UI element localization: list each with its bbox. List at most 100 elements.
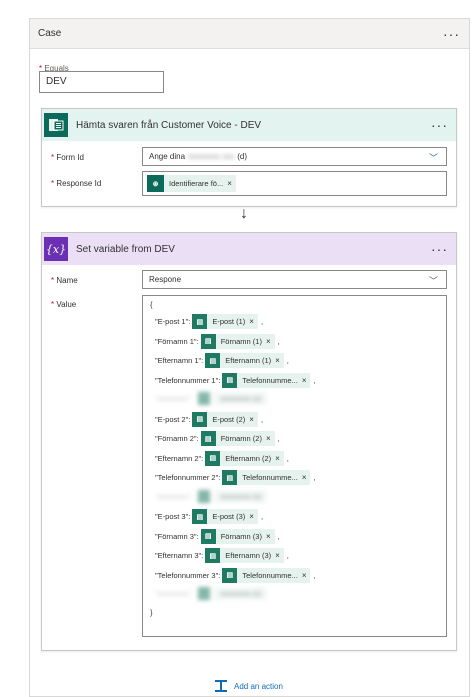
remove-token-icon[interactable]: × [275, 551, 280, 560]
value-row-separator: , [260, 414, 264, 424]
forms-token-icon: ▤ [200, 333, 216, 349]
value-editor[interactable]: { "E-post 1": ▤ E-post (1) ×, "Förnamn 1": ▤ F… [142, 295, 447, 637]
remove-token-icon[interactable]: × [275, 356, 280, 365]
response-id-field[interactable]: ⊛ Identifierare fö... × [142, 171, 447, 196]
remove-token-icon[interactable]: × [266, 434, 271, 443]
value-row-token[interactable]: ▤ Telefonnumme... × [222, 470, 311, 485]
remove-token-icon[interactable]: × [227, 179, 232, 188]
arrow-down-icon: ↓ [240, 205, 248, 222]
value-row: "Förnamn 2": ▤ Förnamn (2) ×, [155, 431, 280, 446]
value-row: "E-post 1": ▤ E-post (1) ×, [155, 314, 263, 329]
value-row: "Efternamn 1": ▤ Efternamn (1) ×, [155, 353, 289, 368]
forms-token-icon: ▤ [205, 353, 221, 368]
value-row-separator: , [286, 551, 289, 560]
forms-token-icon: ▤ [205, 548, 221, 563]
forms-token-icon: ▤ [200, 431, 216, 446]
case-more-icon[interactable]: ··· [443, 27, 460, 41]
value-row-token[interactable]: ▤ E-post (3) × [192, 509, 258, 524]
value-row-key: "Telefonnummer 3": [155, 570, 221, 580]
customer-voice-more-icon[interactable]: ··· [431, 118, 448, 132]
remove-token-icon[interactable]: × [266, 532, 271, 541]
value-row-token[interactable]: ▤ Efternamn (3) × [205, 548, 284, 563]
forms-token-icon: ▤ [205, 450, 221, 466]
open-brace: { [150, 300, 153, 309]
customer-voice-card: Hämta svaren från Customer Voice - DEV ·… [41, 108, 457, 207]
forms-token-icon: ▤ [222, 470, 238, 485]
forms-token-icon: ▤ [192, 314, 208, 329]
value-row: "E-post 2": ▤ E-post (2) ×, [155, 411, 264, 427]
forms-token-icon: ▤ [192, 509, 208, 524]
value-row-separator: , [313, 570, 316, 580]
value-row: "E-post 3": ▤ E-post (3) ×, [155, 509, 263, 524]
remove-token-icon[interactable]: × [249, 317, 254, 326]
value-row-separator: , [260, 512, 264, 521]
value-label: * Value [51, 300, 77, 309]
value-row-token[interactable]: ▤ E-post (1) × [192, 314, 258, 329]
chevron-down-icon[interactable]: ﹀ [429, 274, 438, 287]
remove-token-icon[interactable]: × [249, 415, 254, 424]
chevron-down-icon[interactable]: ﹀ [429, 151, 438, 164]
customer-voice-title: Hämta svaren från Customer Voice - DEV [76, 119, 262, 131]
response-id-label: * Response Id [51, 179, 102, 188]
equals-input[interactable]: DEV [39, 71, 164, 93]
value-row-key: "Telefonnummer 2": [155, 473, 221, 482]
value-row-token[interactable]: ▤ Förnamn (2) × [200, 431, 275, 446]
response-id-token[interactable]: ⊛ Identifierare fö... × [147, 175, 236, 192]
close-brace: } [150, 608, 153, 617]
value-row-token[interactable]: ▤ Förnamn (1) × [200, 333, 275, 349]
customer-voice-token-icon: ⊛ [147, 175, 164, 192]
remove-token-icon[interactable]: × [302, 473, 307, 482]
value-row-token-label: Förnamn (1) [220, 336, 262, 346]
value-row-key: "Förnamn 2": [155, 434, 199, 443]
value-row-token[interactable]: ▤ Efternamn (2) × [205, 450, 284, 466]
value-row-token[interactable]: ▤ Telefonnumme... × [222, 567, 311, 583]
set-variable-header[interactable]: {x} Set variable from DEV ··· [42, 233, 456, 265]
value-row-token[interactable]: ▤ Efternamn (1) × [205, 353, 284, 368]
value-row: "Efternamn 2": ▤ Efternamn (2) ×, [155, 450, 289, 466]
value-row: "Telefonnummer 3": ▤ Telefonnumme... ×, [155, 567, 316, 583]
value-row-separator: , [313, 375, 316, 385]
value-row-key: "E-post 2": [155, 414, 191, 424]
redacted-row: "xxxxxxxx": xxxxxxxx (x) [155, 392, 268, 405]
value-row-separator: , [277, 336, 280, 346]
remove-token-icon[interactable]: × [275, 454, 280, 463]
redacted-row: "xxxxxxxx": xxxxxxxx (x) [155, 489, 268, 503]
set-variable-more-icon[interactable]: ··· [431, 242, 448, 256]
value-row-key: "E-post 3": [155, 512, 191, 521]
value-row-token[interactable]: ▤ E-post (2) × [192, 411, 258, 427]
case-header[interactable]: Case ··· [30, 19, 469, 49]
value-row-key: "Förnamn 1": [155, 336, 199, 346]
add-action-button[interactable]: Add an action [214, 679, 283, 693]
set-variable-title: Set variable from DEV [76, 243, 175, 255]
value-row-token[interactable]: ▤ Förnamn (3) × [200, 528, 275, 544]
form-id-label: * Form Id [51, 153, 84, 162]
form-id-field[interactable]: Ange dina xxxxxxxx xxx (d) ﹀ [142, 147, 447, 166]
set-variable-card: {x} Set variable from DEV ··· * Name Res… [41, 232, 457, 651]
add-action-label: Add an action [234, 681, 283, 691]
value-row-key: "Telefonnummer 1": [155, 375, 221, 385]
case-container: Case ··· * Equals DEV Hämta svaren från … [29, 18, 470, 697]
value-row-token-label: E-post (1) [212, 317, 246, 326]
value-row-key: "Efternamn 1": [155, 356, 204, 365]
remove-token-icon[interactable]: × [302, 571, 307, 580]
value-row-token-label: Efternamn (1) [225, 356, 272, 365]
forms-token-icon: ▤ [192, 411, 208, 427]
remove-token-icon[interactable]: × [249, 512, 254, 521]
value-row-key: "E-post 1": [155, 317, 191, 326]
value-row: "Telefonnummer 2": ▤ Telefonnumme... ×, [155, 470, 316, 485]
redacted-row: "xxxxxxxx": xxxxxxxx (x) [155, 587, 268, 600]
value-row-token[interactable]: ▤ Telefonnumme... × [222, 372, 311, 388]
forms-icon [44, 113, 68, 137]
value-row-separator: , [286, 356, 289, 365]
value-row-separator: , [277, 531, 280, 541]
remove-token-icon[interactable]: × [266, 337, 271, 346]
name-dropdown[interactable]: Respone ﹀ [142, 270, 447, 289]
variable-icon: {x} [44, 237, 68, 261]
value-row-token-label: Efternamn (3) [225, 551, 272, 560]
case-title: Case [38, 28, 62, 39]
value-row: "Förnamn 1": ▤ Förnamn (1) ×, [155, 333, 280, 349]
value-row-token-label: Telefonnumme... [242, 375, 298, 385]
customer-voice-header[interactable]: Hämta svaren från Customer Voice - DEV ·… [42, 109, 456, 141]
remove-token-icon[interactable]: × [302, 376, 307, 385]
value-row-token-label: Förnamn (3) [220, 531, 262, 541]
